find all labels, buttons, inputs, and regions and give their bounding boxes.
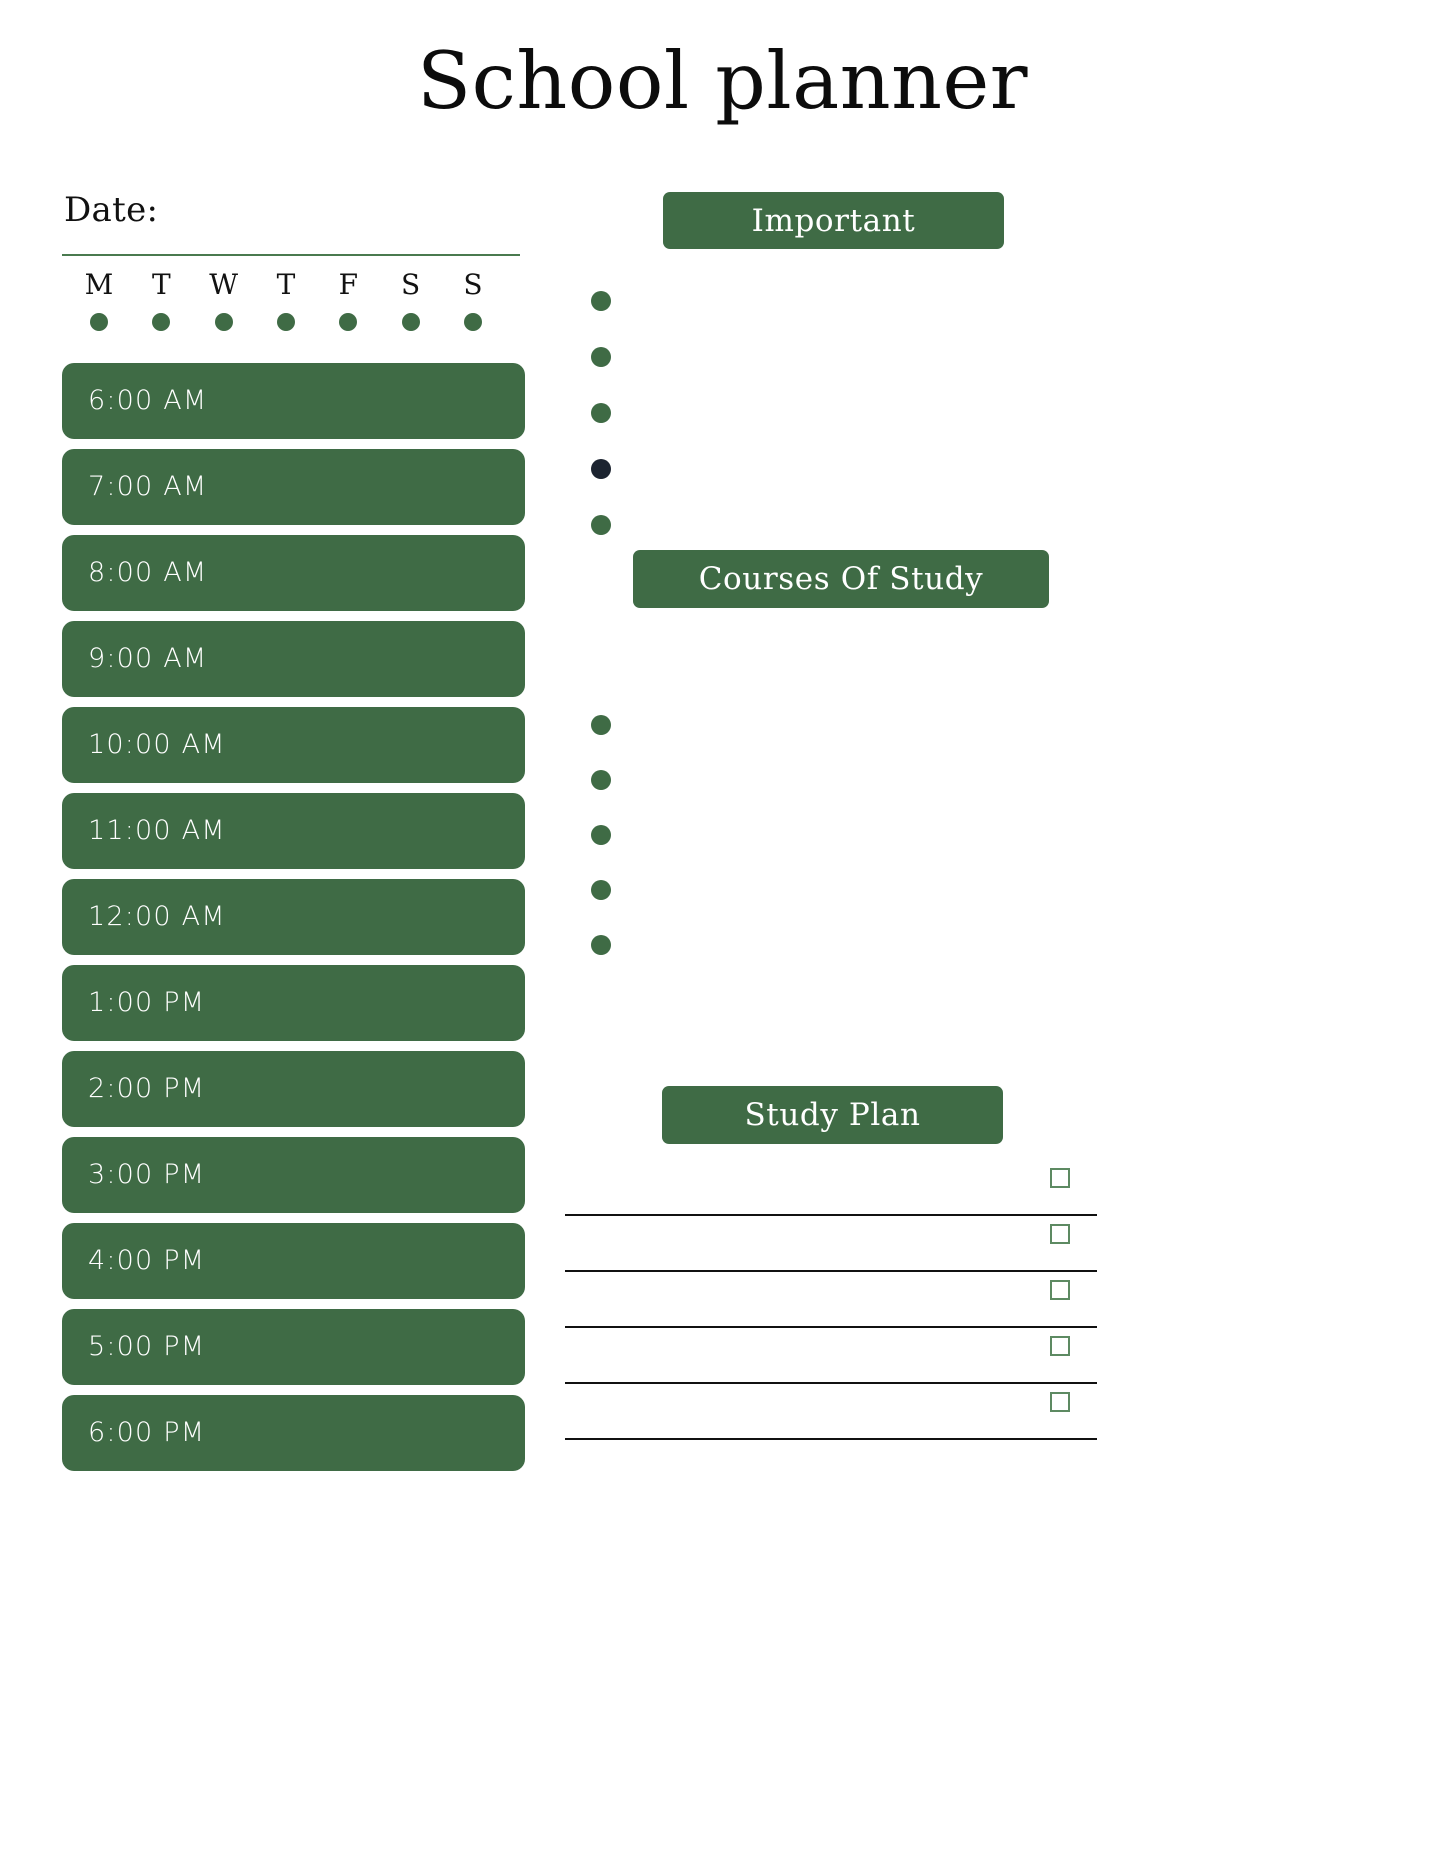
study-plan-row[interactable] <box>565 1328 1100 1384</box>
weekday-dot-icon[interactable] <box>463 312 482 331</box>
weekday-letter: T <box>276 268 296 301</box>
page-title: School planner <box>417 35 1028 127</box>
study-plan-checkbox[interactable] <box>1050 1168 1070 1188</box>
study-plan-write-line[interactable] <box>565 1438 1097 1440</box>
time-slot-row[interactable]: 6:00 PM <box>62 1394 525 1471</box>
study-plan-checkbox[interactable] <box>1050 1224 1070 1244</box>
time-slot-row[interactable]: 7:00 AM <box>62 448 525 525</box>
weekday-saturday[interactable]: S <box>388 268 434 331</box>
time-slot-row[interactable]: 4:00 PM <box>62 1222 525 1299</box>
study-plan-row[interactable] <box>565 1216 1100 1272</box>
time-slot-label: 6:00 AM <box>88 385 208 417</box>
important-heading-banner: Important <box>663 192 1004 249</box>
time-slot-label: 7:00 AM <box>88 471 208 503</box>
important-heading-label: Important <box>751 202 916 239</box>
study-plan-checkbox[interactable] <box>1050 1280 1070 1300</box>
weekday-letter: S <box>463 268 483 301</box>
course-bullet-icon[interactable] <box>591 770 611 790</box>
time-slot-row[interactable]: 3:00 PM <box>62 1136 525 1213</box>
study-plan-checkbox[interactable] <box>1050 1392 1070 1412</box>
weekday-dot-icon[interactable] <box>339 312 358 331</box>
important-bullet-icon-active[interactable] <box>591 459 611 479</box>
important-bullet-icon[interactable] <box>591 515 611 535</box>
weekday-dot-icon[interactable] <box>152 312 171 331</box>
weekday-monday[interactable]: M <box>76 268 122 331</box>
weekday-friday[interactable]: F <box>325 268 371 331</box>
weekday-selector: M T W T F S S <box>76 268 496 331</box>
time-slot-label: 2:00 PM <box>88 1073 206 1105</box>
weekday-sunday[interactable]: S <box>450 268 496 331</box>
weekday-letter: S <box>401 268 421 301</box>
study-plan-heading-banner: Study Plan <box>662 1086 1003 1144</box>
time-slot-label: 3:00 PM <box>88 1159 206 1191</box>
schedule-panel: Date: M T W T F S S 6:00 AM 7:00 AM 8:00… <box>62 190 527 1481</box>
weekday-wednesday[interactable]: W <box>201 268 247 331</box>
time-slot-label: 8:00 AM <box>88 557 208 589</box>
weekday-letter: W <box>209 268 239 301</box>
important-bullet-icon[interactable] <box>591 403 611 423</box>
course-bullet-icon[interactable] <box>591 715 611 735</box>
weekday-dot-icon[interactable] <box>276 312 295 331</box>
time-slot-label: 9:00 AM <box>88 643 208 675</box>
important-bullet-icon[interactable] <box>591 291 611 311</box>
date-label: Date: <box>64 190 159 230</box>
date-divider <box>62 254 520 256</box>
time-slot-row[interactable]: 11:00 AM <box>62 792 525 869</box>
time-slot-row[interactable]: 6:00 AM <box>62 362 525 439</box>
time-slot-row[interactable]: 8:00 AM <box>62 534 525 611</box>
time-slot-label: 11:00 AM <box>88 815 226 847</box>
time-slot-label: 12:00 AM <box>88 901 226 933</box>
time-slot-label: 1:00 PM <box>88 987 206 1019</box>
weekday-dot-icon[interactable] <box>90 312 108 331</box>
study-plan-row[interactable] <box>565 1160 1100 1216</box>
course-bullet-icon[interactable] <box>591 935 611 955</box>
weekday-letter: M <box>84 268 114 301</box>
time-slot-row[interactable]: 10:00 AM <box>62 706 525 783</box>
time-slot-row[interactable]: 2:00 PM <box>62 1050 525 1127</box>
time-slot-label: 6:00 PM <box>88 1417 206 1449</box>
weekday-dot-icon[interactable] <box>401 312 420 331</box>
study-plan-row[interactable] <box>565 1384 1100 1440</box>
study-plan-checkbox[interactable] <box>1050 1336 1070 1356</box>
weekday-tuesday[interactable]: T <box>138 268 184 331</box>
weekday-dot-icon[interactable] <box>214 312 233 331</box>
important-bullet-icon[interactable] <box>591 347 611 367</box>
time-slot-label: 4:00 PM <box>88 1245 206 1277</box>
study-plan-list <box>565 1160 1100 1440</box>
course-bullet-icon[interactable] <box>591 825 611 845</box>
time-slot-label: 10:00 AM <box>88 729 226 761</box>
weekday-thursday[interactable]: T <box>263 268 309 331</box>
courses-of-study-heading-label: Courses Of Study <box>698 561 984 597</box>
courses-of-study-heading-banner: Courses Of Study <box>633 550 1049 608</box>
time-slot-row[interactable]: 9:00 AM <box>62 620 525 697</box>
time-slot-row[interactable]: 12:00 AM <box>62 878 525 955</box>
study-plan-heading-label: Study Plan <box>744 1097 921 1133</box>
course-bullet-icon[interactable] <box>591 880 611 900</box>
weekday-letter: T <box>151 268 171 301</box>
time-slot-label: 5:00 PM <box>88 1331 206 1363</box>
study-plan-row[interactable] <box>565 1272 1100 1328</box>
time-slot-list: 6:00 AM 7:00 AM 8:00 AM 9:00 AM 10:00 AM… <box>62 362 527 1471</box>
time-slot-row[interactable]: 1:00 PM <box>62 964 525 1041</box>
weekday-letter: F <box>338 268 359 301</box>
time-slot-row[interactable]: 5:00 PM <box>62 1308 525 1385</box>
